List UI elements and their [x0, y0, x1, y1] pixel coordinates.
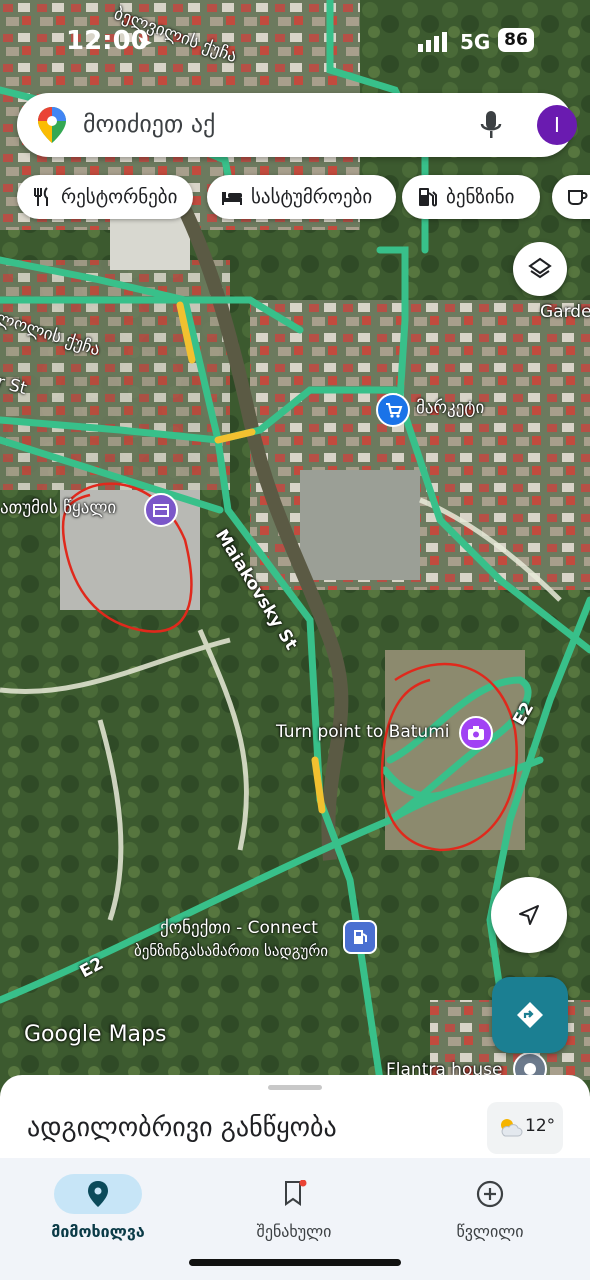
sheet-title: ადგილობრივი განწყობა: [27, 1113, 337, 1143]
coffee-cup-icon: [568, 190, 588, 205]
market-label: მარკეტი: [416, 398, 485, 418]
sheet-drag-handle[interactable]: [268, 1085, 322, 1090]
camera-icon[interactable]: [459, 716, 493, 750]
home-indicator: [189, 1259, 401, 1266]
fork-knife-icon: [34, 187, 48, 206]
directions-icon: [517, 1002, 543, 1028]
chip-hotels[interactable]: სასტუმროები: [207, 175, 396, 219]
chip-gas[interactable]: ბენზინი: [402, 175, 540, 219]
chip-restaurants[interactable]: რესტორნები: [17, 175, 193, 219]
layers-button[interactable]: [513, 242, 567, 296]
my-location-button[interactable]: [491, 877, 567, 953]
nav-explore[interactable]: მიმოხილვა: [18, 1168, 178, 1248]
bookmark-icon: [285, 1180, 307, 1206]
chip-gas-label: ბენზინი: [446, 186, 515, 208]
nav-saved-label: შენახული: [256, 1222, 332, 1241]
partly-cloudy-icon: [501, 1119, 523, 1137]
chip-coffee[interactable]: [552, 175, 590, 219]
garden-label: Garde: [540, 302, 590, 322]
chip-hotels-label: სასტუმროები: [251, 186, 373, 208]
search-input[interactable]: მოიძიეთ აქ: [83, 110, 215, 138]
add-circle-icon: [476, 1180, 504, 1208]
chip-restaurants-label: რესტორნები: [61, 186, 178, 208]
water-place-label: ათუმის წყალი: [0, 498, 117, 518]
battery-indicator: 86: [498, 28, 534, 52]
store-icon[interactable]: [144, 493, 178, 527]
turn-point-label: Turn point to Batumi: [276, 722, 450, 742]
shopping-cart-icon[interactable]: [376, 393, 410, 427]
location-arrow-icon: ➤: [136, 30, 153, 54]
navigation-arrow-icon: [519, 905, 539, 925]
search-bar[interactable]: მოიძიეთ აქ I: [17, 93, 577, 157]
nav-contribute[interactable]: წვლილი: [410, 1168, 570, 1248]
location-pin-icon: [88, 1181, 108, 1207]
signal-icon: [418, 32, 447, 52]
microphone-icon[interactable]: [479, 109, 503, 141]
bed-icon: [222, 192, 242, 205]
connect-type-label: ბენზინგასამართი სადგური: [134, 942, 329, 960]
google-maps-watermark: Google Maps: [24, 1022, 167, 1047]
nav-explore-label: მიმოხილვა: [51, 1222, 145, 1241]
connect-name-label: ქონექთი - Connect: [160, 918, 318, 938]
gas-pump-icon: [419, 188, 437, 207]
directions-button[interactable]: [492, 977, 568, 1053]
nav-saved[interactable]: შენახული: [214, 1168, 374, 1248]
network-type: 5G: [460, 30, 491, 54]
gas-station-icon[interactable]: [343, 920, 377, 954]
google-maps-pin-icon: [38, 107, 66, 143]
weather-badge[interactable]: 12°: [487, 1102, 563, 1154]
temperature: 12°: [525, 1116, 556, 1136]
avatar[interactable]: I: [537, 105, 577, 145]
status-bar: 12:00 ➤ 5G 86: [0, 0, 590, 80]
layers-icon: [528, 257, 552, 279]
nav-contribute-label: წვლილი: [456, 1222, 524, 1241]
